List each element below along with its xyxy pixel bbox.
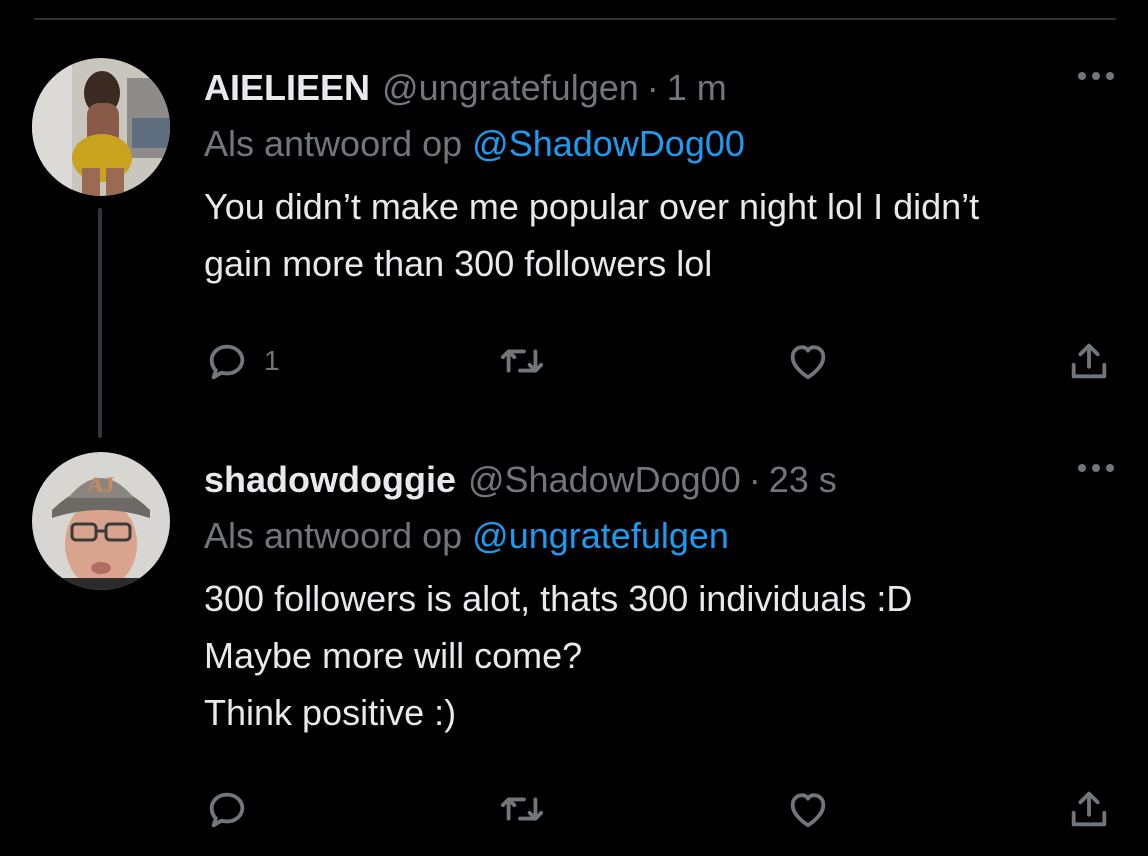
reply-button[interactable] xyxy=(204,786,264,832)
tweet-2-actions xyxy=(204,786,1112,834)
reply-to-link[interactable]: @ShadowDog00 xyxy=(472,123,745,164)
tweet-header: shadowdoggie @ShadowDog00 · 23 s xyxy=(204,458,1118,502)
reply-prefix: Als antwoord op xyxy=(204,123,463,164)
like-icon xyxy=(790,345,826,380)
reply-icon xyxy=(209,344,245,380)
thread-connector-line xyxy=(98,208,102,438)
tweet-text-line: You didn’t make me popular over night lo… xyxy=(204,186,980,227)
tweet-1[interactable]: AIELIEEN @ungratefulgen · 1 m Als antwoo… xyxy=(204,66,1118,292)
more-icon[interactable] xyxy=(1078,72,1114,80)
svg-text:AJ: AJ xyxy=(88,472,115,497)
retweet-icon xyxy=(500,797,544,821)
tweet-text-line: Maybe more will come? xyxy=(204,635,583,676)
like-button[interactable] xyxy=(784,338,832,384)
tweet-1-actions: 1 xyxy=(204,338,1112,386)
reply-to-link[interactable]: @ungratefulgen xyxy=(472,515,729,556)
user-handle[interactable]: @ungratefulgen xyxy=(382,66,639,110)
tweet-text-line: Think positive :) xyxy=(204,692,457,733)
timestamp[interactable]: 1 m xyxy=(667,66,727,110)
reply-context: Als antwoord op @ungratefulgen xyxy=(204,514,1118,558)
tweet-text-line: 300 followers is alot, thats 300 individ… xyxy=(204,578,913,619)
more-icon[interactable] xyxy=(1078,464,1114,472)
display-name[interactable]: AIELIEEN xyxy=(204,66,370,110)
share-icon xyxy=(1071,791,1107,827)
like-button[interactable] xyxy=(784,786,832,832)
timestamp[interactable]: 23 s xyxy=(769,458,837,502)
separator-dot: · xyxy=(646,67,659,108)
share-icon xyxy=(1071,343,1107,379)
tweet-text: 300 followers is alot, thats 300 individ… xyxy=(204,570,1118,741)
top-divider xyxy=(34,18,1116,20)
reply-icon xyxy=(209,792,245,828)
retweet-icon xyxy=(500,349,544,373)
avatar-aielieen[interactable] xyxy=(32,58,170,196)
separator-dot: · xyxy=(748,459,761,500)
reply-context: Als antwoord op @ShadowDog00 xyxy=(204,122,1118,166)
tweet-text: You didn’t make me popular over night lo… xyxy=(204,178,1118,292)
user-handle[interactable]: @ShadowDog00 xyxy=(468,458,741,502)
retweet-button[interactable] xyxy=(496,786,548,832)
share-button[interactable] xyxy=(1066,786,1112,832)
share-button[interactable] xyxy=(1066,338,1112,384)
tweet-2[interactable]: shadowdoggie @ShadowDog00 · 23 s Als ant… xyxy=(204,458,1118,741)
reply-count: 1 xyxy=(264,345,280,376)
like-icon xyxy=(790,793,826,828)
reply-prefix: Als antwoord op xyxy=(204,515,463,556)
display-name[interactable]: shadowdoggie xyxy=(204,458,456,502)
reply-button[interactable]: 1 xyxy=(204,338,280,384)
avatar-shadowdoggie[interactable]: AJ xyxy=(32,452,170,590)
tweet-text-line: gain more than 300 followers lol xyxy=(204,243,713,284)
tweet-header: AIELIEEN @ungratefulgen · 1 m xyxy=(204,66,1118,110)
retweet-button[interactable] xyxy=(496,338,548,384)
